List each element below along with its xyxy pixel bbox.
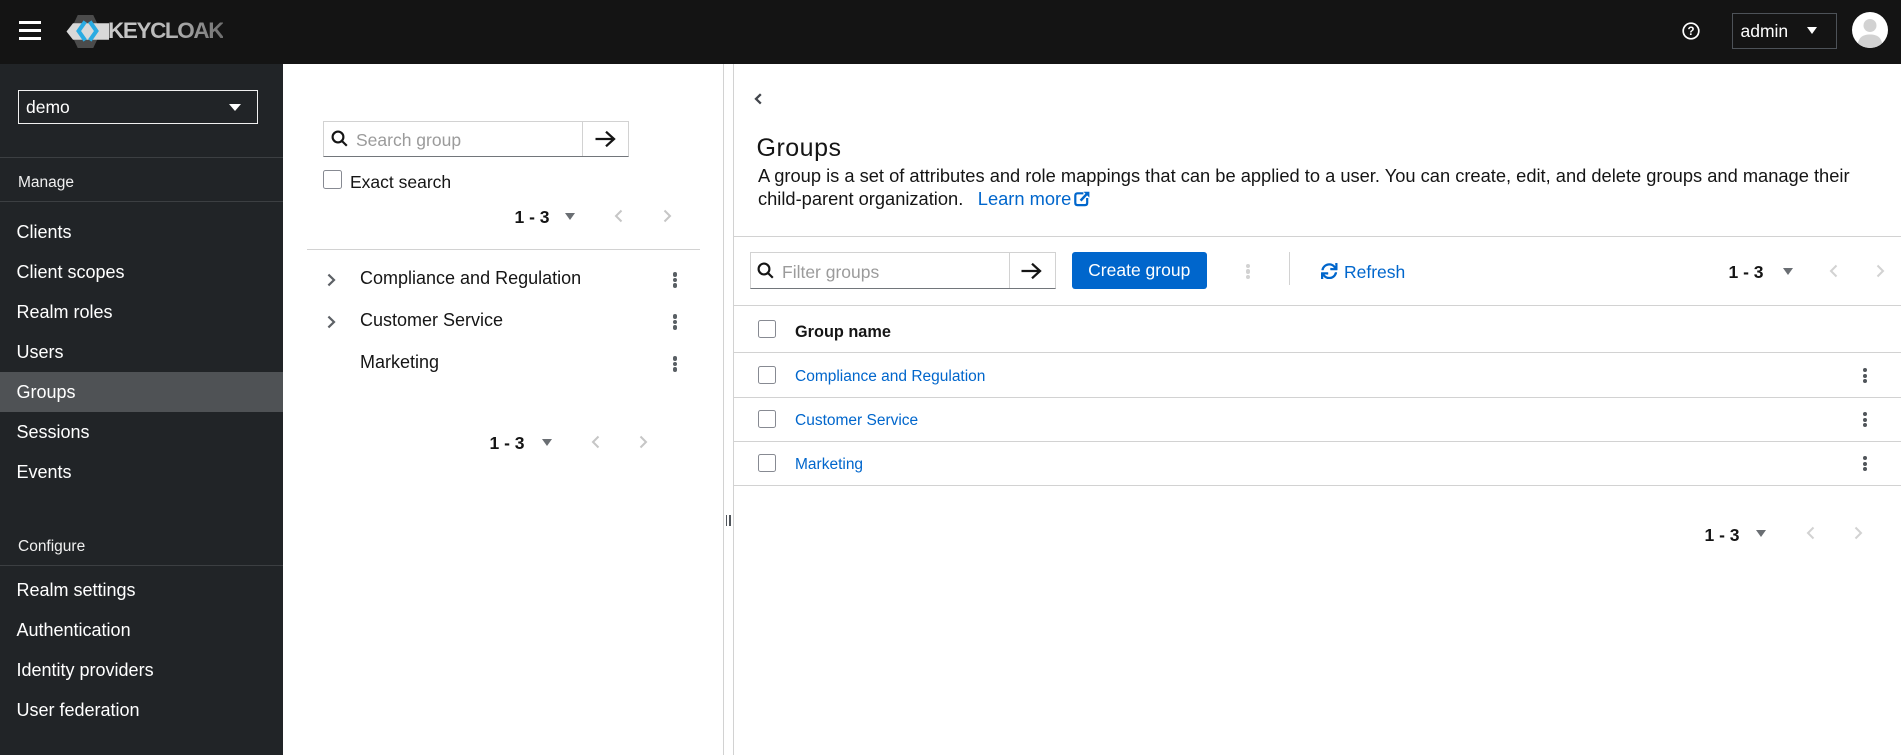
svg-text:?: ? bbox=[1687, 26, 1694, 38]
